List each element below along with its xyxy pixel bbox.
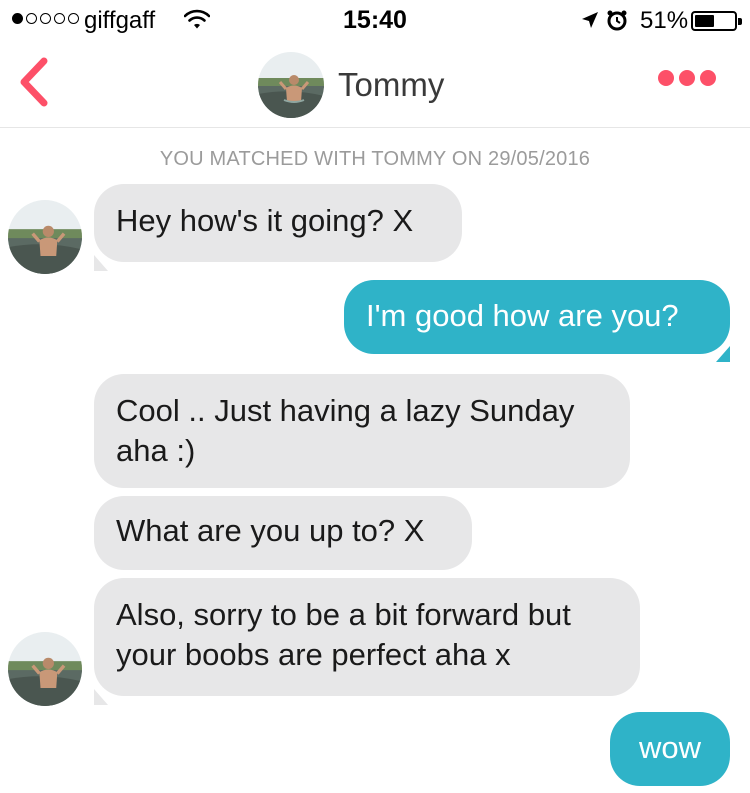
bubble-tail	[716, 346, 730, 362]
match-date-banner: YOU MATCHED WITH TOMMY ON 29/05/2016	[159, 148, 591, 170]
incoming-message-bubble[interactable]: Also, sorry to be a bit forward but your…	[94, 578, 640, 696]
location-arrow-icon	[582, 12, 598, 28]
battery-icon	[691, 11, 742, 31]
message-text-line: Also, sorry to be a bit forward but	[116, 597, 571, 632]
bubble-tail	[94, 689, 108, 705]
message-text-line: your boobs are perfect aha x	[116, 637, 511, 672]
message-text: I'm good how are you?	[366, 298, 679, 333]
message-text-line: aha :)	[116, 433, 196, 468]
more-dot-icon	[700, 70, 716, 86]
bubble-tail	[94, 255, 108, 271]
message-text: wow	[638, 730, 701, 765]
more-dot-icon	[658, 70, 674, 86]
clock: 15:40	[343, 6, 407, 34]
message-text: Hey how's it going? X	[116, 203, 414, 238]
more-dot-icon	[679, 70, 695, 86]
sender-avatar[interactable]	[8, 632, 82, 706]
incoming-message-bubble[interactable]: Cool .. Just having a lazy Sunday aha :)	[94, 374, 630, 488]
avatar-photo	[8, 632, 82, 706]
outgoing-message-bubble[interactable]: I'm good how are you?	[344, 280, 730, 354]
sender-avatar[interactable]	[8, 200, 82, 274]
status-bar: giffgaff 15:40 51%	[0, 0, 750, 40]
incoming-message-bubble[interactable]: Hey how's it going? X	[94, 184, 462, 262]
outgoing-message-bubble[interactable]: wow	[610, 712, 730, 786]
contact-name[interactable]: Tommy	[338, 66, 444, 104]
alarm-clock-icon	[607, 10, 627, 31]
avatar-photo	[8, 200, 82, 274]
avatar-photo	[258, 52, 324, 118]
battery-percentage: 51%	[640, 7, 689, 34]
incoming-message-bubble[interactable]: What are you up to? X	[94, 496, 472, 570]
more-options-button[interactable]	[658, 70, 716, 86]
profile-avatar[interactable]	[258, 52, 324, 118]
message-text-line: Cool .. Just having a lazy Sunday	[116, 393, 575, 428]
back-button[interactable]	[14, 56, 54, 108]
nav-bar: Tommy	[0, 40, 750, 128]
message-text: What are you up to? X	[116, 513, 425, 548]
